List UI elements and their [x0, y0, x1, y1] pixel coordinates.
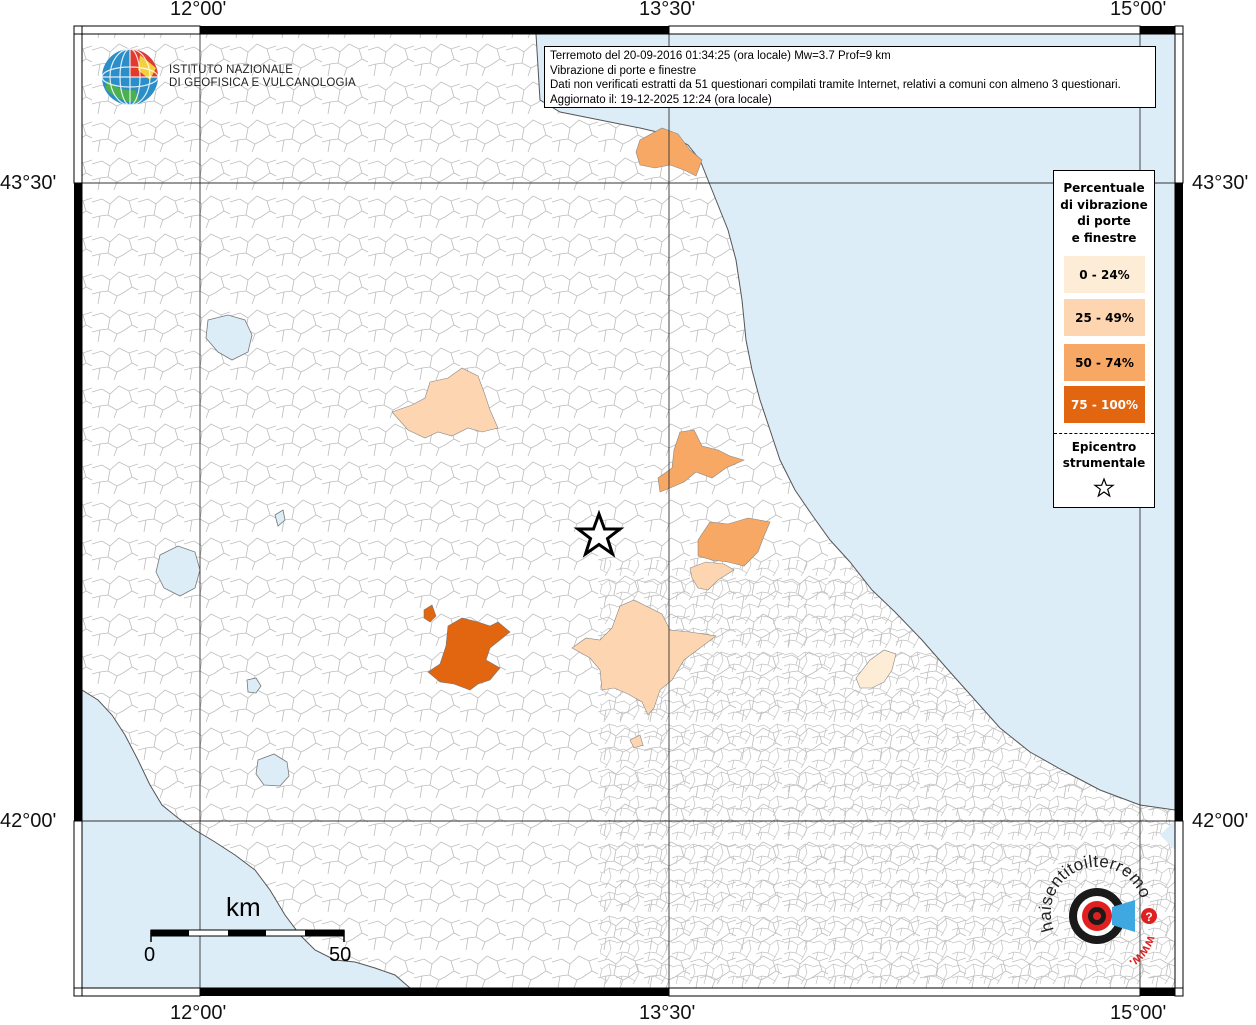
legend-class-50-74: 50 - 74%: [1064, 344, 1145, 381]
lon-label-top-12: 12°00': [170, 0, 227, 20]
scale-unit-label: km: [226, 892, 261, 922]
lon-label-top-15: 15°00': [1110, 0, 1167, 20]
lat-label-right-43-30: 43°30': [1192, 172, 1249, 194]
lat-label-right-42: 42°00': [1192, 810, 1249, 832]
lon-label-bottom-12: 12°00': [170, 1002, 227, 1024]
legend-class-0-24: 0 - 24%: [1064, 256, 1145, 293]
legend-star-icon: [1093, 477, 1115, 498]
event-data-note: Dati non verificati estratti da 51 quest…: [550, 79, 1121, 92]
legend-class-75-100: 75 - 100%: [1064, 386, 1145, 423]
intensity-map: ? haisentitoilterremoto.it www.: [0, 0, 1184, 997]
lat-label-left-42: 42°00': [0, 810, 57, 832]
event-updated: Aggiornato il: 19-12-2025 12:24 (ora loc…: [550, 93, 772, 106]
event-title: Terremoto del 20-09-2016 01:34:25 (ora l…: [550, 50, 891, 62]
lat-label-left-43-30: 43°30': [0, 172, 57, 194]
legend-epicenter-label: Epicentro strumentale: [1062, 440, 1146, 470]
ingv-globe-icon: [101, 48, 159, 106]
event-subtitle: Vibrazione di porte e finestre: [550, 64, 697, 77]
svg-text:?: ?: [1145, 910, 1152, 924]
lon-label-bottom-13-30: 13°30': [639, 1002, 696, 1024]
scale-end-label: 50: [329, 944, 352, 966]
legend-separator: [1054, 433, 1154, 434]
legend-class-25-49: 25 - 49%: [1064, 299, 1145, 336]
legend: Percentuale di vibrazione di porte e fin…: [1053, 170, 1155, 508]
ingv-logo-text: ISTITUTO NAZIONALE DI GEOFISICA E VULCAN…: [169, 64, 356, 89]
event-info-box: Terremoto del 20-09-2016 01:34:25 (ora l…: [544, 46, 1156, 108]
lon-label-top-13-30: 13°30': [639, 0, 696, 20]
lon-label-bottom-15: 15°00': [1110, 1002, 1167, 1024]
legend-title: Percentuale di vibrazione di porte e fin…: [1060, 181, 1148, 245]
scale-start-label: 0: [144, 944, 156, 966]
